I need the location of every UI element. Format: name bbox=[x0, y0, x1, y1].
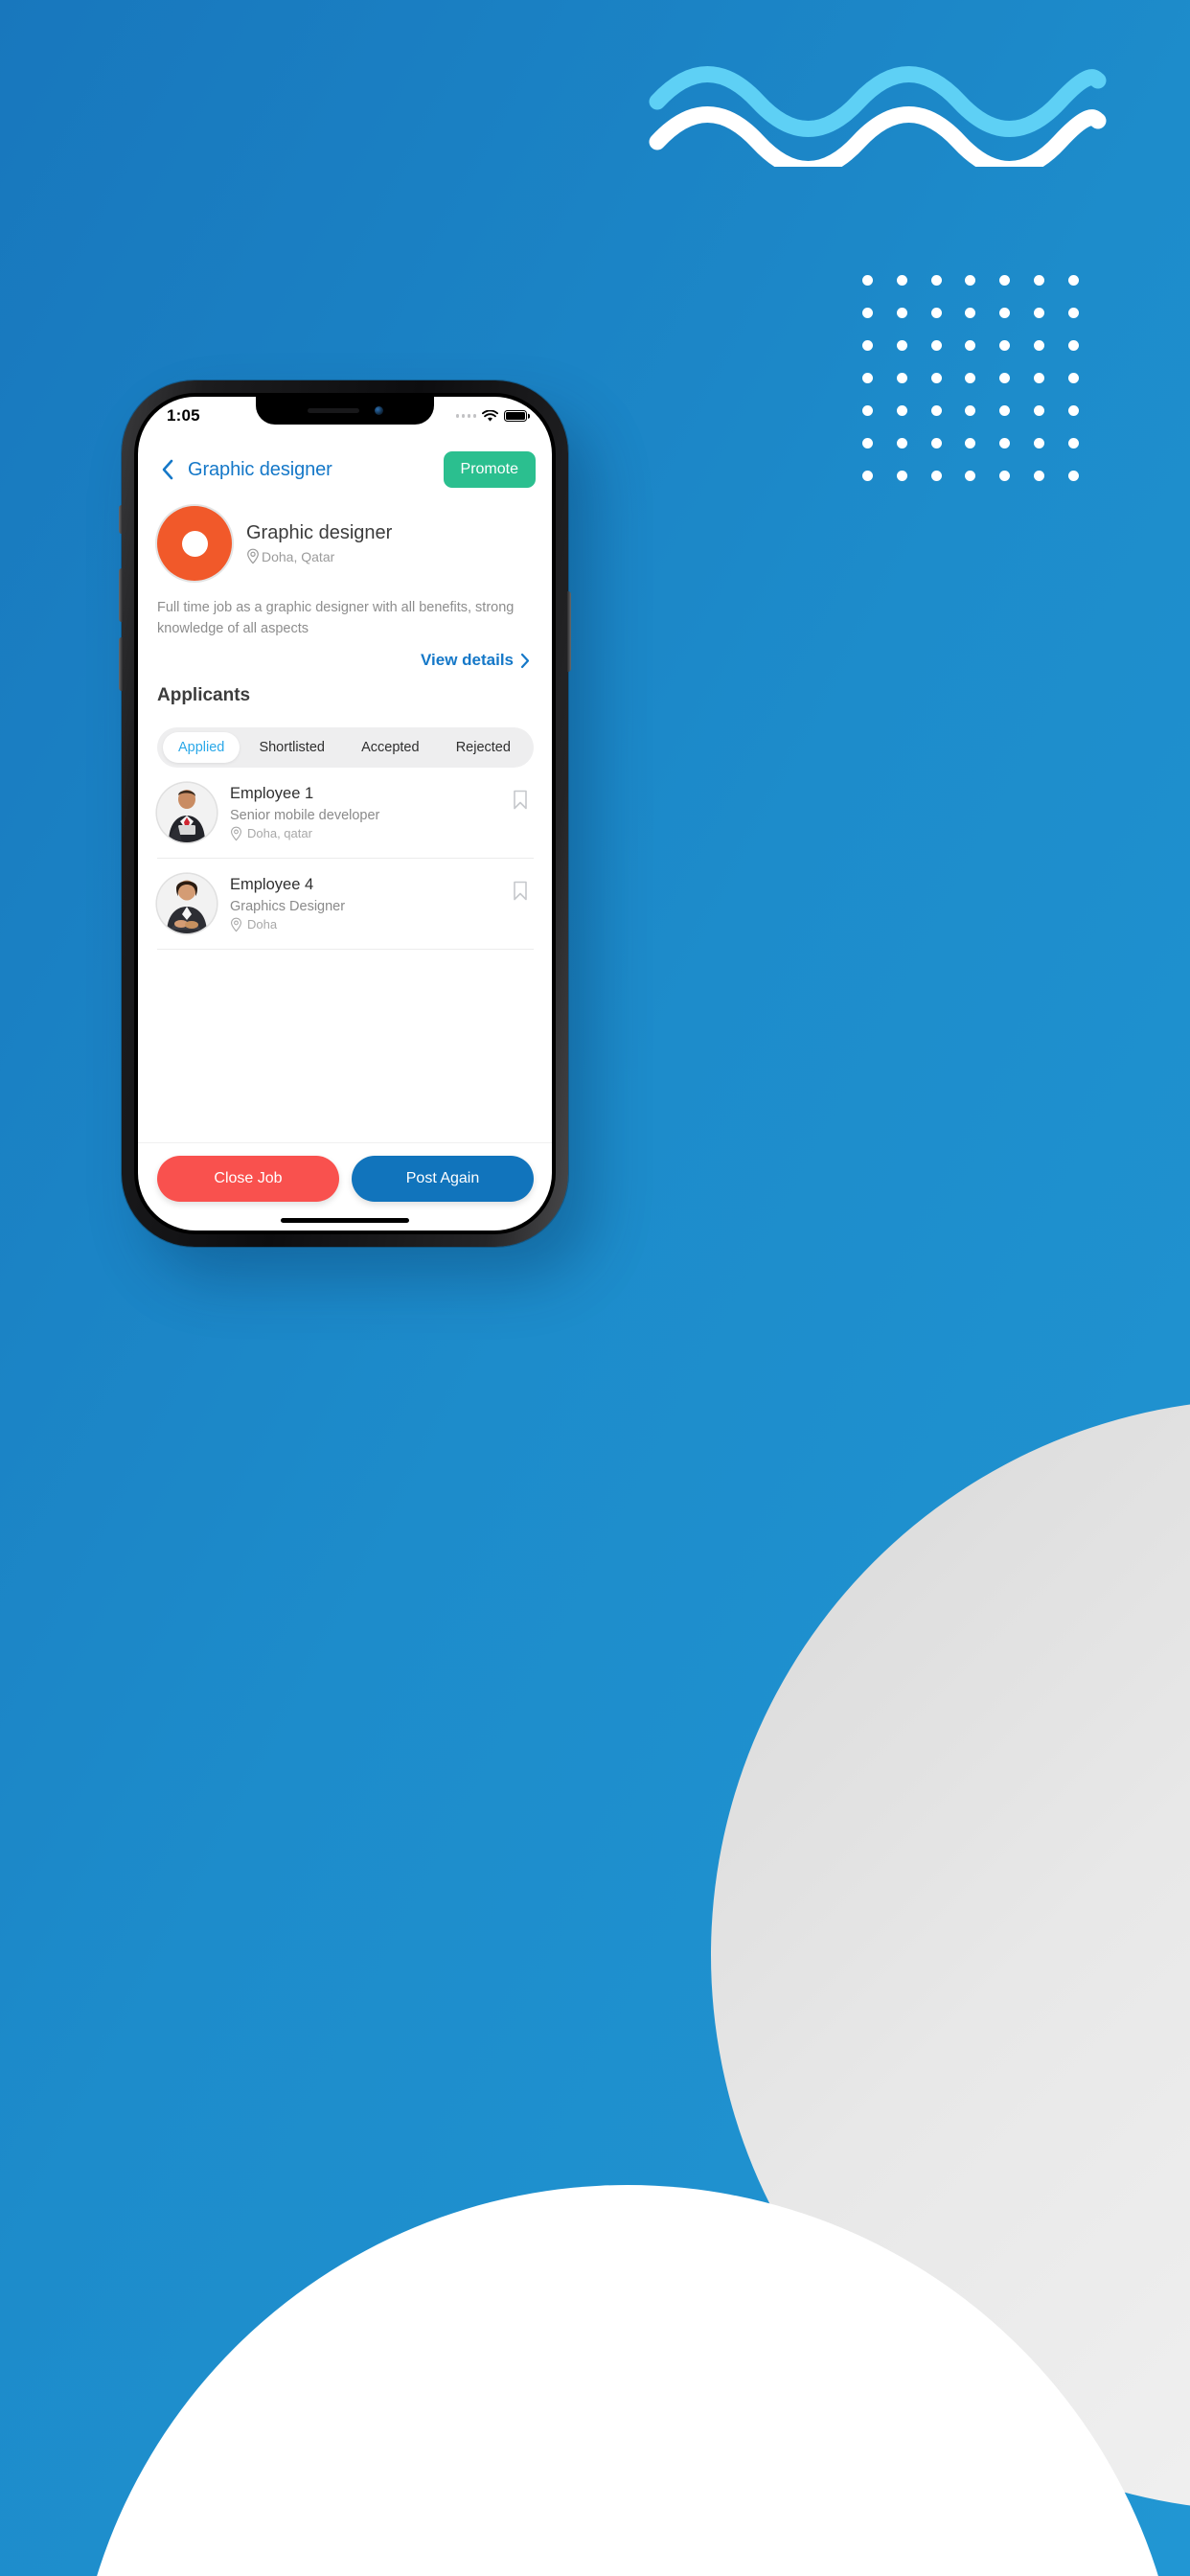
job-text-block: Graphic designer Doha, Qatar bbox=[246, 522, 392, 564]
close-job-button[interactable]: Close Job bbox=[157, 1156, 339, 1202]
location-pin-icon bbox=[247, 548, 259, 564]
battery-full-icon bbox=[504, 410, 527, 422]
job-location: Doha, Qatar bbox=[246, 548, 392, 564]
decorative-waves bbox=[649, 66, 1107, 167]
company-logo-icon bbox=[157, 506, 232, 581]
chevron-right-icon bbox=[520, 653, 530, 668]
avatar bbox=[157, 874, 217, 934]
applicant-info: Employee 4 Graphics Designer Doha bbox=[230, 876, 499, 932]
post-again-button[interactable]: Post Again bbox=[352, 1156, 534, 1202]
avatar bbox=[157, 783, 217, 843]
view-details-link[interactable]: View details bbox=[138, 639, 552, 670]
tab-rejected[interactable]: Rejected bbox=[439, 732, 528, 763]
volume-up-button[interactable] bbox=[119, 568, 123, 622]
chevron-left-icon bbox=[162, 459, 172, 480]
back-button[interactable] bbox=[155, 455, 178, 484]
app-header: Graphic designer Promote bbox=[138, 435, 552, 499]
bookmark-button[interactable] bbox=[513, 881, 530, 927]
applicants-heading: Applicants bbox=[157, 685, 251, 706]
bookmark-outline-icon bbox=[514, 881, 527, 901]
applicant-name: Employee 1 bbox=[230, 784, 314, 802]
speaker-grille-icon bbox=[307, 408, 359, 413]
tab-applied[interactable]: Applied bbox=[163, 732, 240, 764]
volume-down-button[interactable] bbox=[119, 637, 123, 691]
location-pin-icon bbox=[231, 917, 241, 932]
wifi-icon bbox=[482, 409, 498, 422]
bookmark-button[interactable] bbox=[513, 790, 530, 836]
applicant-list: Employee 1 Senior mobile developer Doha,… bbox=[138, 768, 552, 1142]
job-location-label: Doha, Qatar bbox=[262, 548, 335, 564]
applicant-row[interactable]: Employee 1 Senior mobile developer Doha,… bbox=[157, 768, 534, 860]
applicant-location: Doha bbox=[230, 917, 499, 932]
phone-bezel: 1:05 Graphic designer Promote Graphic de… bbox=[134, 393, 556, 1234]
bottom-action-bar: Close Job Post Again bbox=[138, 1142, 552, 1209]
job-description: Full time job as a graphic designer with… bbox=[157, 600, 515, 637]
tab-shortlisted[interactable]: Shortlisted bbox=[241, 732, 342, 763]
page-title: Graphic designer bbox=[188, 458, 332, 480]
applicant-row[interactable]: Employee 4 Graphics Designer Doha bbox=[157, 859, 534, 951]
notch bbox=[256, 397, 434, 425]
phone-screen: 1:05 Graphic designer Promote Graphic de… bbox=[138, 397, 552, 1230]
promote-button[interactable]: Promote bbox=[443, 451, 536, 488]
home-indicator[interactable] bbox=[138, 1209, 552, 1230]
power-button[interactable] bbox=[567, 591, 571, 672]
applicant-location-label: Doha, qatar bbox=[247, 826, 312, 841]
avatar-man-suit-icon bbox=[157, 783, 217, 843]
applicant-location-label: Doha bbox=[247, 917, 278, 932]
status-time: 1:05 bbox=[167, 406, 200, 425]
applicant-status-tabs: Applied Shortlisted Accepted Rejected bbox=[157, 727, 534, 769]
mute-switch[interactable] bbox=[119, 505, 123, 534]
view-details-label: View details bbox=[420, 651, 514, 670]
front-camera-icon bbox=[374, 406, 383, 415]
applicant-role: Senior mobile developer bbox=[230, 807, 380, 823]
applicant-info: Employee 1 Senior mobile developer Doha,… bbox=[230, 785, 499, 841]
avatar-woman-blazer-icon bbox=[157, 874, 217, 934]
applicant-name: Employee 4 bbox=[230, 875, 314, 893]
phone-mockup: 1:05 Graphic designer Promote Graphic de… bbox=[119, 380, 571, 1247]
signal-dots-icon bbox=[455, 414, 476, 418]
location-pin-icon bbox=[231, 826, 241, 840]
bookmark-outline-icon bbox=[514, 790, 527, 810]
applicant-location: Doha, qatar bbox=[230, 826, 499, 841]
tab-accepted[interactable]: Accepted bbox=[344, 732, 437, 763]
decorative-dot-grid bbox=[851, 264, 1090, 492]
job-summary: Graphic designer Doha, Qatar bbox=[138, 499, 552, 581]
job-title: Graphic designer bbox=[246, 522, 393, 543]
applicant-role: Graphics Designer bbox=[230, 898, 346, 914]
status-indicators bbox=[455, 409, 527, 423]
